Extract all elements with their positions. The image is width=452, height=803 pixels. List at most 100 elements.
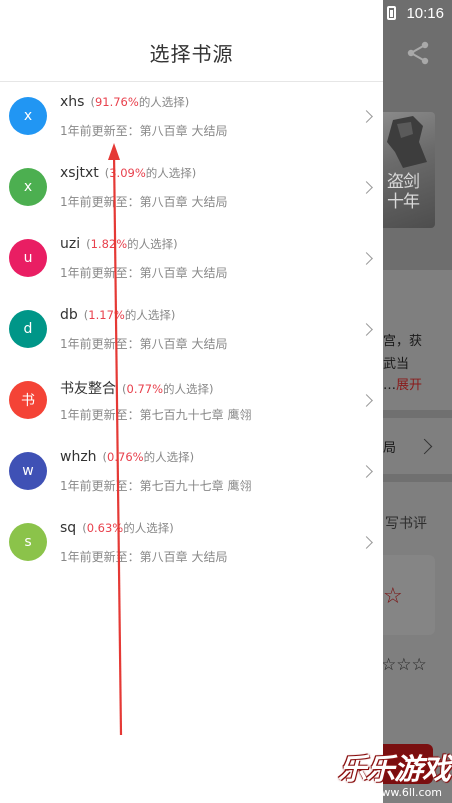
chevron-right-icon xyxy=(360,323,373,336)
source-percent: 3.09% xyxy=(109,166,146,180)
source-name-row: whzh (0.76%的人选择) xyxy=(60,449,194,465)
source-avatar: 书 xyxy=(9,381,47,419)
watermark-main: 乐乐游戏 xyxy=(338,752,451,786)
latest-chapter-row[interactable]: 局 xyxy=(383,437,396,456)
status-bar: 10:16 xyxy=(0,0,452,26)
expand-link[interactable]: …展开 xyxy=(383,374,422,393)
source-name-row: sq (0.63%的人选择) xyxy=(60,520,174,536)
expand-label: 展开 xyxy=(396,378,423,393)
background-header: 盗剑 十年 xyxy=(383,0,452,270)
source-item[interactable]: d db (1.17%的人选择) 1年前更新至：第八百章 大结局 xyxy=(0,293,383,364)
source-usage: (0.63%的人选择) xyxy=(82,521,174,535)
watermark-url: www.6ll.com xyxy=(372,786,443,799)
source-name-row: 书友整合 (0.77%的人选择) xyxy=(60,378,214,398)
source-name: xhs xyxy=(60,94,85,110)
battery-icon xyxy=(387,6,397,20)
source-percent: 1.82% xyxy=(90,237,128,251)
chevron-right-icon xyxy=(360,536,373,549)
status-time: 10:16 xyxy=(406,4,444,22)
section-divider xyxy=(383,410,452,418)
source-item[interactable]: 书 书友整合 (0.77%的人选择) 1年前更新至：第七百九十七章 鹰翎 xyxy=(0,364,383,435)
source-usage-suffix: 的人选择) xyxy=(123,521,174,535)
latest-chapter: 第七百九十七章 鹰翎 xyxy=(139,408,252,422)
latest-chapter: 第八百章 大结局 xyxy=(139,195,228,209)
update-prefix: 1年前更新至： xyxy=(60,479,140,493)
book-cover[interactable]: 盗剑 十年 xyxy=(383,112,435,228)
source-name-row: xsjtxt (3.09%的人选择) xyxy=(60,165,196,181)
source-item[interactable]: x xhs (91.76%的人选择) 1年前更新至：第八百章 大结局 xyxy=(0,80,383,151)
cover-title: 盗剑 十年 xyxy=(387,172,420,212)
expand-ellipsis: … xyxy=(383,378,396,393)
chevron-right-icon xyxy=(360,465,373,478)
source-usage-suffix: 的人选择) xyxy=(163,382,214,396)
update-prefix: 1年前更新至： xyxy=(60,550,140,564)
source-item[interactable]: s sq (0.63%的人选择) 1年前更新至：第八百章 大结局 xyxy=(0,506,383,577)
section-divider-2 xyxy=(383,474,452,482)
source-item[interactable]: u uzi (1.82%的人选择) 1年前更新至：第八百章 大结局 xyxy=(0,222,383,293)
source-usage: (1.17%的人选择) xyxy=(83,308,176,322)
source-usage-suffix: 的人选择) xyxy=(124,308,176,322)
source-name-row: xhs (91.76%的人选择) xyxy=(60,94,189,110)
chevron-right-icon xyxy=(360,181,373,194)
update-prefix: 1年前更新至： xyxy=(60,124,140,138)
latest-chapter: 第七百九十七章 鹰翎 xyxy=(139,479,252,493)
background-body xyxy=(383,270,452,803)
source-name: xsjtxt xyxy=(60,165,99,181)
source-update-row: 1年前更新至：第八百章 大结局 xyxy=(60,122,227,139)
source-update-row: 1年前更新至：第八百章 大结局 xyxy=(60,193,227,210)
source-name: 书友整合 xyxy=(60,381,116,397)
source-update-row: 1年前更新至：第八百章 大结局 xyxy=(60,548,227,565)
source-usage: (0.76%的人选择) xyxy=(102,450,195,464)
latest-chapter: 第八百章 大结局 xyxy=(139,337,228,351)
source-usage-suffix: 的人选择) xyxy=(127,237,178,251)
update-prefix: 1年前更新至： xyxy=(60,195,140,209)
share-icon xyxy=(407,41,429,65)
source-avatar: d xyxy=(9,310,47,348)
source-name-row: uzi (1.82%的人选择) xyxy=(60,236,178,252)
source-percent: 1.17% xyxy=(88,308,125,322)
source-avatar: s xyxy=(9,523,47,561)
source-avatar: x xyxy=(9,97,47,135)
source-name: uzi xyxy=(60,236,81,252)
star-outline-icon: ☆ xyxy=(383,584,403,609)
rating-stars[interactable]: ☆☆☆ xyxy=(383,655,427,675)
source-avatar: w xyxy=(9,452,47,490)
source-avatar: x xyxy=(9,168,47,206)
intro-line-2: 武当 xyxy=(383,357,410,372)
update-prefix: 1年前更新至： xyxy=(60,266,140,280)
source-avatar: u xyxy=(9,239,47,277)
chevron-right-icon xyxy=(360,110,373,123)
source-usage-suffix: 的人选择) xyxy=(143,450,195,464)
source-name-row: db (1.17%的人选择) xyxy=(60,307,175,323)
chevron-right-icon xyxy=(360,394,373,407)
update-prefix: 1年前更新至： xyxy=(60,408,140,422)
source-name: whzh xyxy=(60,449,97,465)
latest-chapter: 第八百章 大结局 xyxy=(139,550,228,564)
source-usage-suffix: 的人选择) xyxy=(145,166,197,180)
source-update-row: 1年前更新至：第七百九十七章 鹰翎 xyxy=(60,406,251,423)
source-selection-drawer: 选择书源 x xhs (91.76%的人选择) 1年前更新至：第八百章 大结局 x… xyxy=(0,0,383,803)
drawer-title: 选择书源 xyxy=(149,42,234,66)
source-update-row: 1年前更新至：第七百九十七章 鹰翎 xyxy=(60,477,251,494)
source-percent: 0.63% xyxy=(86,521,124,535)
source-usage: (91.76%的人选择) xyxy=(90,95,190,109)
update-prefix: 1年前更新至： xyxy=(60,337,140,351)
source-item[interactable]: x xsjtxt (3.09%的人选择) 1年前更新至：第八百章 大结局 xyxy=(0,151,383,222)
source-percent: 91.76% xyxy=(94,95,139,109)
write-review-button[interactable]: 写书评 xyxy=(385,513,427,533)
source-update-row: 1年前更新至：第八百章 大结局 xyxy=(60,335,227,352)
source-usage-suffix: 的人选择) xyxy=(138,95,190,109)
source-percent: 0.76% xyxy=(107,450,144,464)
source-percent: 0.77% xyxy=(126,382,164,396)
background-book-page: 盗剑 十年 宫，获 武当 …展开 局 写书评 ☆ ☆☆☆ xyxy=(383,0,452,803)
source-usage: (1.82%的人选择) xyxy=(86,237,178,251)
source-usage: (0.77%的人选择) xyxy=(122,382,214,396)
intro-line-1: 宫，获 xyxy=(383,334,423,349)
chevron-right-icon xyxy=(360,252,373,265)
source-list: x xhs (91.76%的人选择) 1年前更新至：第八百章 大结局 x xsjt… xyxy=(0,80,383,577)
latest-chapter: 第八百章 大结局 xyxy=(139,124,228,138)
source-update-row: 1年前更新至：第八百章 大结局 xyxy=(60,264,227,281)
source-item[interactable]: w whzh (0.76%的人选择) 1年前更新至：第七百九十七章 鹰翎 xyxy=(0,435,383,506)
watermark-logo: 乐乐游戏 www.6ll.com xyxy=(338,752,451,799)
source-name: db xyxy=(60,307,78,323)
